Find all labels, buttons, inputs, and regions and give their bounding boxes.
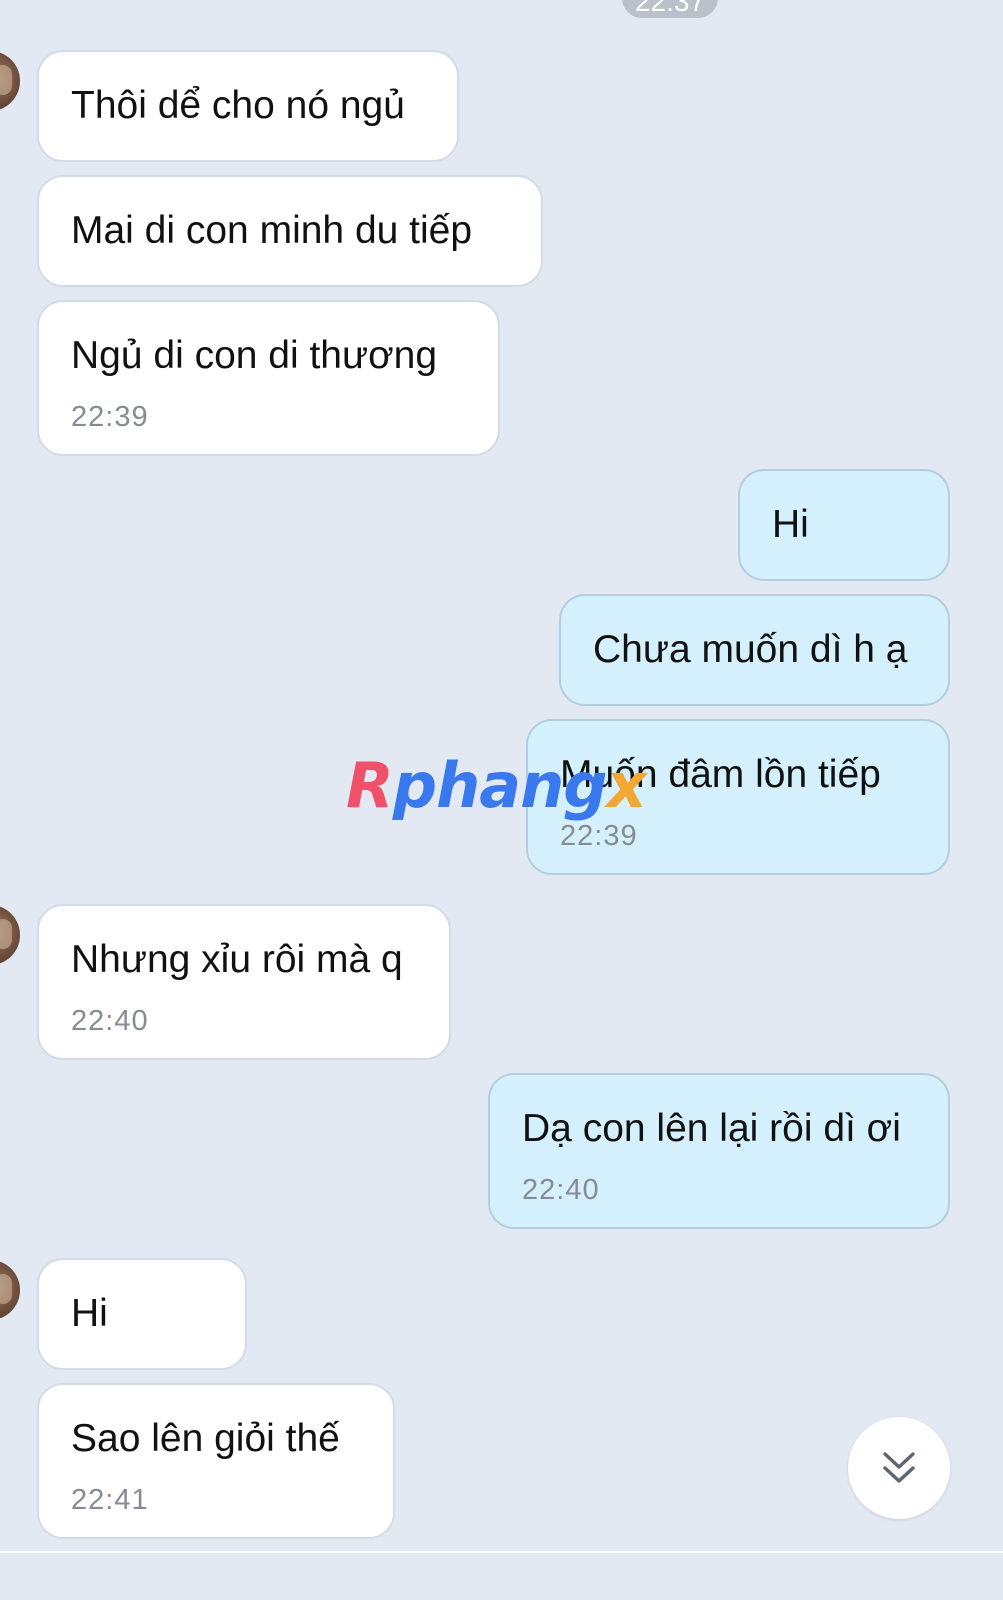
message-timestamp: 22:40 (71, 1005, 149, 1037)
message-bubble-incoming[interactable]: Nhưng xỉu rôi mà q 22:40 (37, 904, 451, 1060)
scroll-to-bottom-button[interactable] (848, 1417, 950, 1519)
message-timestamp: 22:41 (71, 1484, 149, 1516)
message-bubble-outgoing[interactable]: Chưa muốn dì h ạ (559, 594, 950, 706)
message-timestamp: 22:39 (560, 820, 638, 852)
message-bubble-incoming[interactable]: Thôi dể cho nó ngủ (37, 50, 459, 162)
contact-avatar[interactable] (0, 51, 20, 111)
divider (0, 1551, 1003, 1553)
message-text: Hi (772, 503, 809, 546)
message-bubble-outgoing[interactable]: Muốn đâm lồn tiếp 22:39 (526, 719, 950, 875)
message-text: Hi (71, 1292, 108, 1335)
message-text: Ngủ di con di thương (71, 334, 438, 377)
message-text: Mai di con minh du tiếp (71, 209, 473, 252)
contact-avatar[interactable] (0, 905, 20, 965)
message-text: Thôi dể cho nó ngủ (71, 84, 405, 127)
message-text: Muốn đâm lồn tiếp (560, 753, 881, 796)
message-bubble-outgoing[interactable]: Hi (738, 469, 950, 581)
message-timestamp: 22:40 (522, 1174, 600, 1206)
message-text: Sao lên giỏi thế (71, 1417, 340, 1460)
date-time-chip: 22:37 (622, 0, 718, 18)
message-timestamp: 22:39 (71, 401, 149, 433)
message-text: Chưa muốn dì h ạ (593, 628, 908, 671)
message-text: Dạ con lên lại rồi dì ơi (522, 1107, 901, 1150)
chevron-double-down-icon (883, 1452, 915, 1483)
contact-avatar[interactable] (0, 1260, 20, 1320)
message-bubble-incoming[interactable]: Hi (37, 1258, 247, 1370)
message-bubble-incoming[interactable]: Sao lên giỏi thế 22:41 (37, 1383, 395, 1539)
message-bubble-incoming[interactable]: Mai di con minh du tiếp (37, 175, 543, 287)
message-bubble-incoming[interactable]: Ngủ di con di thương 22:39 (37, 300, 500, 456)
message-text: Nhưng xỉu rôi mà q (71, 938, 403, 981)
message-bubble-outgoing[interactable]: Dạ con lên lại rồi dì ơi 22:40 (488, 1073, 950, 1229)
